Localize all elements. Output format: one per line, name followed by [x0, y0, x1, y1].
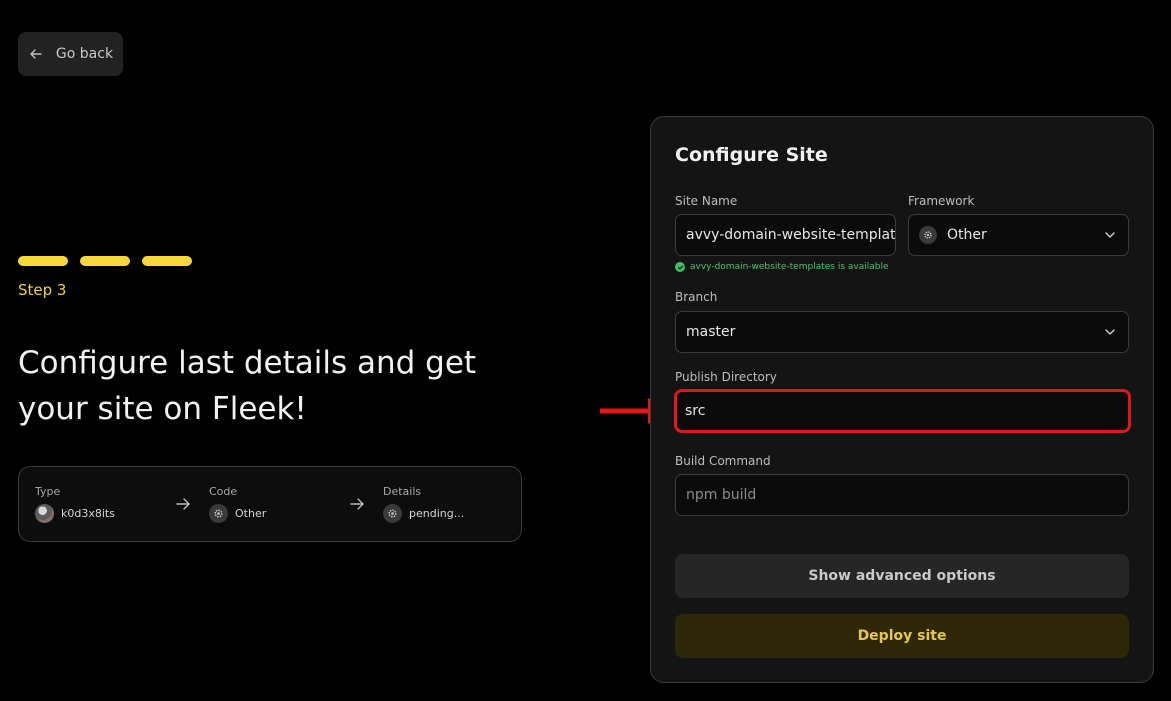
- summary-details-value: pending...: [409, 507, 465, 520]
- availability-text: avvy-domain-website-templates is availab…: [690, 262, 889, 272]
- publish-directory-label: Publish Directory: [675, 370, 777, 384]
- framework-value: Other: [947, 227, 987, 243]
- gear-icon: [919, 226, 937, 244]
- heading-line-1: Configure last details and get: [18, 345, 477, 381]
- branch-select[interactable]: master: [675, 311, 1129, 353]
- branch-label: Branch: [675, 290, 718, 304]
- gear-icon: [209, 504, 228, 523]
- build-command-placeholder: npm build: [686, 487, 757, 503]
- summary-type-value: k0d3x8its: [61, 507, 115, 520]
- framework-label: Framework: [908, 194, 975, 208]
- show-advanced-options-button[interactable]: Show advanced options: [675, 554, 1129, 598]
- build-command-input[interactable]: npm build: [675, 474, 1129, 516]
- site-name-input[interactable]: avvy-domain-website-templates: [675, 214, 896, 256]
- summary-code-value: Other: [235, 507, 267, 520]
- arrow-right-icon: [350, 498, 364, 510]
- arrow-right-icon: [176, 498, 190, 510]
- step-progress: [18, 256, 192, 266]
- site-name-value: avvy-domain-website-templates: [686, 227, 896, 243]
- step-bar-1: [18, 256, 68, 266]
- framework-select[interactable]: Other: [908, 214, 1129, 256]
- availability-message: avvy-domain-website-templates is availab…: [675, 262, 889, 272]
- step-label: Step 3: [18, 281, 67, 299]
- page: Go back Step 3 Configure last details an…: [0, 0, 1171, 701]
- avatar: [35, 504, 54, 523]
- publish-directory-input[interactable]: src: [674, 389, 1131, 433]
- summary-details-label: Details: [383, 485, 422, 498]
- deploy-site-button[interactable]: Deploy site: [675, 614, 1129, 658]
- summary-card: Type k0d3x8its Code Other Details pendin…: [18, 466, 522, 542]
- step-bar-2: [80, 256, 130, 266]
- go-back-button[interactable]: Go back: [18, 32, 123, 76]
- summary-details: Details pending...: [383, 485, 464, 523]
- summary-code: Code Other: [209, 485, 266, 523]
- summary-type-label: Type: [35, 485, 61, 498]
- site-name-label: Site Name: [675, 194, 738, 208]
- check-circle-icon: [675, 262, 685, 272]
- panel-title: Configure Site: [675, 144, 828, 166]
- build-command-label: Build Command: [675, 454, 771, 468]
- gear-icon: [383, 504, 402, 523]
- go-back-label: Go back: [55, 46, 114, 62]
- arrow-left-icon: [30, 49, 42, 59]
- publish-directory-value: src: [685, 403, 706, 419]
- heading-line-2: your site on Fleek!: [18, 391, 307, 427]
- configure-site-panel: Configure Site Site Name avvy-domain-web…: [650, 116, 1154, 683]
- page-heading: Configure last details and get your site…: [18, 340, 538, 432]
- summary-code-label: Code: [209, 485, 238, 498]
- step-bar-3: [142, 256, 192, 266]
- chevron-down-icon: [1105, 329, 1115, 335]
- summary-type: Type k0d3x8its: [35, 485, 115, 523]
- chevron-down-icon: [1105, 232, 1115, 238]
- branch-value: master: [686, 324, 736, 340]
